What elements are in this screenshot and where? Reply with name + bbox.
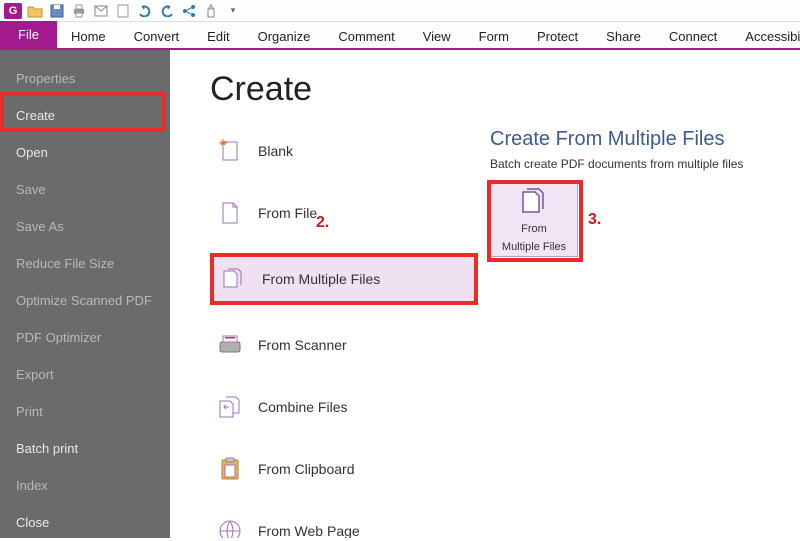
tab-share[interactable]: Share — [592, 23, 655, 48]
from-multiple-files-button[interactable]: From Multiple Files — [490, 183, 578, 257]
tab-edit[interactable]: Edit — [193, 23, 243, 48]
redo-icon[interactable] — [158, 3, 176, 19]
annotation-number-2: 2. — [316, 214, 329, 232]
hand-icon[interactable] — [202, 3, 220, 19]
scanner-icon — [218, 333, 242, 357]
sidebar-item-index[interactable]: Index — [0, 467, 170, 504]
sidebar-item-create[interactable]: Create — [0, 97, 170, 134]
big-button-line2: Multiple Files — [502, 241, 566, 254]
right-panel-title: Create From Multiple Files — [490, 128, 790, 151]
clipboard-icon — [218, 457, 242, 481]
tab-accessibility[interactable]: Accessibility — [731, 23, 800, 48]
option-label: From Scanner — [258, 337, 347, 353]
main-panel: 1. Create Blank From File From Multiple … — [170, 50, 800, 538]
right-panel: Create From Multiple Files Batch create … — [490, 128, 790, 257]
page-title: Create — [210, 70, 800, 109]
tab-comment[interactable]: Comment — [324, 23, 408, 48]
sidebar-item-print[interactable]: Print — [0, 393, 170, 430]
backstage-body: Properties Create Open Save Save As Redu… — [0, 50, 800, 538]
share-icon[interactable] — [180, 3, 198, 19]
quick-access-toolbar: G ▾ — [0, 0, 800, 22]
option-from-multiple-files[interactable]: From Multiple Files — [214, 257, 474, 301]
sidebar-item-export[interactable]: Export — [0, 356, 170, 393]
blank-icon — [218, 139, 242, 163]
tab-connect[interactable]: Connect — [655, 23, 731, 48]
option-label: Blank — [258, 143, 293, 159]
tab-form[interactable]: Form — [465, 23, 523, 48]
app-logo-icon: G — [4, 3, 22, 19]
option-label: Combine Files — [258, 399, 347, 415]
open-icon[interactable] — [26, 3, 44, 19]
option-label: From Web Page — [258, 523, 360, 538]
tab-organize[interactable]: Organize — [244, 23, 325, 48]
sidebar-item-reduce[interactable]: Reduce File Size — [0, 245, 170, 282]
option-from-clipboard[interactable]: From Clipboard — [214, 451, 800, 487]
tab-view[interactable]: View — [409, 23, 465, 48]
option-label: From Multiple Files — [262, 271, 380, 287]
web-icon — [218, 519, 242, 538]
option-from-webpage[interactable]: From Web Page — [214, 513, 800, 538]
sidebar-item-close[interactable]: Close — [0, 504, 170, 541]
option-from-scanner[interactable]: From Scanner — [214, 327, 800, 363]
qat-dropdown-icon[interactable]: ▾ — [224, 3, 242, 19]
sidebar-item-properties[interactable]: Properties — [0, 60, 170, 97]
print-icon[interactable] — [70, 3, 88, 19]
save-icon[interactable] — [48, 3, 66, 19]
annotation-number-3: 3. — [588, 211, 601, 229]
mail-icon[interactable] — [92, 3, 110, 19]
tab-convert[interactable]: Convert — [120, 23, 194, 48]
file-icon — [218, 201, 242, 225]
multiple-files-icon — [519, 186, 549, 219]
option-label: From File — [258, 205, 317, 221]
big-button-line1: From — [521, 223, 547, 236]
right-panel-desc: Batch create PDF documents from multiple… — [490, 157, 790, 171]
ribbon-tabs: File Home Convert Edit Organize Comment … — [0, 22, 800, 50]
sidebar-item-open[interactable]: Open — [0, 134, 170, 171]
option-combine-files[interactable]: Combine Files — [214, 389, 800, 425]
multiple-files-icon — [222, 267, 246, 291]
option-label: From Clipboard — [258, 461, 354, 477]
sidebar-item-batchprint[interactable]: Batch print — [0, 430, 170, 467]
combine-icon — [218, 395, 242, 419]
new-icon[interactable] — [114, 3, 132, 19]
tab-protect[interactable]: Protect — [523, 23, 592, 48]
sidebar-item-save[interactable]: Save — [0, 171, 170, 208]
sidebar-item-optimize-scanned[interactable]: Optimize Scanned PDF — [0, 282, 170, 319]
tab-home[interactable]: Home — [57, 23, 120, 48]
file-sidebar: Properties Create Open Save Save As Redu… — [0, 50, 170, 538]
sidebar-item-pdf-optimizer[interactable]: PDF Optimizer — [0, 319, 170, 356]
sidebar-item-saveas[interactable]: Save As — [0, 208, 170, 245]
tab-file[interactable]: File — [0, 21, 57, 48]
undo-icon[interactable] — [136, 3, 154, 19]
